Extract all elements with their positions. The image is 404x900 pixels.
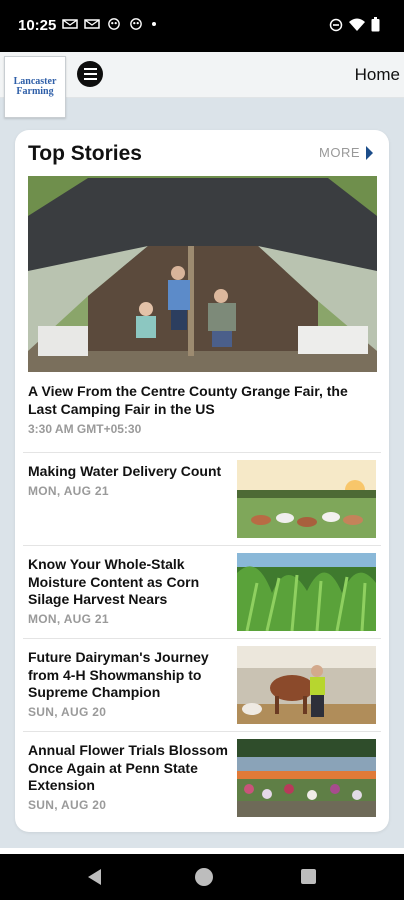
menu-line bbox=[83, 73, 97, 75]
section-title: Top Stories bbox=[28, 142, 142, 165]
home-icon[interactable] bbox=[195, 868, 213, 886]
story-date: MON, AUG 21 bbox=[28, 484, 109, 498]
story-thumbnail bbox=[237, 739, 376, 817]
menu-line bbox=[83, 78, 97, 80]
wifi-icon bbox=[349, 18, 365, 31]
logo-text: Lancaster Farming bbox=[14, 77, 57, 97]
more-link[interactable]: MORE bbox=[319, 145, 373, 160]
story-item[interactable]: Future Dairyman's Journey from 4-H Showm… bbox=[23, 638, 381, 731]
logo-line2: Farming bbox=[16, 86, 54, 97]
story-thumbnail bbox=[237, 460, 376, 538]
app-icon bbox=[108, 18, 120, 30]
tent-photo bbox=[28, 176, 377, 372]
dot-icon bbox=[152, 22, 156, 26]
top-stories-card: Top Stories MORE A View From the Centre … bbox=[15, 130, 389, 832]
home-link[interactable]: Home bbox=[355, 65, 400, 85]
dnd-icon bbox=[329, 18, 343, 31]
story-date: SUN, AUG 20 bbox=[28, 798, 107, 812]
story-title: Making Water Delivery Count bbox=[28, 463, 222, 479]
hero-story-image[interactable] bbox=[28, 176, 377, 372]
hero-story-time: 3:30 AM GMT+05:30 bbox=[28, 422, 142, 436]
hero-story-title[interactable]: A View From the Centre County Grange Fai… bbox=[28, 382, 377, 418]
notification-icons bbox=[62, 18, 158, 30]
story-title: Annual Flower Trials Blossom Once Again … bbox=[28, 742, 228, 793]
story-date: MON, AUG 21 bbox=[28, 612, 109, 626]
story-item[interactable]: Annual Flower Trials Blossom Once Again … bbox=[23, 731, 381, 832]
status-time: 10:25 bbox=[18, 17, 57, 34]
hamburger-menu-button[interactable] bbox=[77, 61, 103, 87]
mail-icon bbox=[62, 19, 78, 29]
more-label: MORE bbox=[319, 145, 360, 160]
lancaster-farming-logo[interactable]: Lancaster Farming bbox=[4, 56, 66, 118]
recent-apps-icon[interactable] bbox=[301, 869, 316, 884]
story-thumbnail bbox=[237, 646, 376, 724]
story-item[interactable]: Making Water Delivery Count MON, AUG 21 bbox=[23, 452, 381, 545]
cattle-pasture-photo bbox=[237, 460, 376, 538]
chevron-right-icon bbox=[366, 145, 373, 160]
back-icon[interactable] bbox=[88, 869, 101, 885]
story-date: SUN, AUG 20 bbox=[28, 705, 107, 719]
app-icon bbox=[130, 18, 142, 30]
system-navigation-bar bbox=[0, 854, 404, 900]
menu-line bbox=[83, 68, 97, 70]
corn-field-photo bbox=[237, 553, 376, 631]
dairy-show-photo bbox=[237, 646, 376, 724]
story-title: Future Dairyman's Journey from 4-H Showm… bbox=[28, 649, 209, 700]
story-title: Know Your Whole-Stalk Moisture Content a… bbox=[28, 556, 200, 607]
status-bar: 10:25 bbox=[0, 0, 404, 52]
system-icons bbox=[329, 17, 380, 32]
battery-icon bbox=[371, 17, 380, 32]
mail-icon bbox=[84, 19, 100, 29]
flower-trials-photo bbox=[237, 739, 376, 817]
story-thumbnail bbox=[237, 553, 376, 631]
story-item[interactable]: Know Your Whole-Stalk Moisture Content a… bbox=[23, 545, 381, 638]
